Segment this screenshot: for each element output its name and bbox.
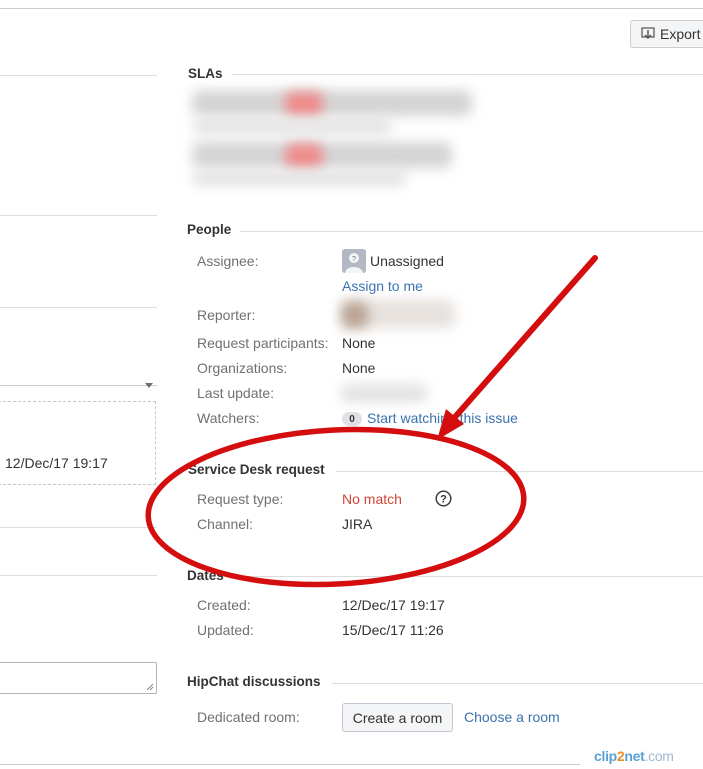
section-divider	[240, 231, 703, 232]
sla-redacted	[192, 170, 407, 186]
chevron-down-icon[interactable]	[145, 383, 153, 388]
last-update-label: Last update:	[197, 385, 275, 401]
section-divider	[232, 74, 703, 75]
svg-text:?: ?	[440, 494, 447, 506]
assign-to-me-link[interactable]: Assign to me	[342, 278, 423, 294]
dates-heading: Dates	[187, 568, 224, 583]
channel-value: JIRA	[342, 516, 373, 532]
left-divider	[0, 215, 157, 216]
left-date-value: 12/Dec/17 19:17	[5, 455, 108, 471]
watermark-logo: clip2net.com	[594, 748, 674, 764]
left-divider	[0, 575, 157, 576]
created-value: 12/Dec/17 19:17	[342, 597, 445, 613]
hipchat-heading: HipChat discussions	[187, 674, 321, 689]
export-label: Export	[660, 26, 701, 42]
service-desk-heading: Service Desk request	[188, 462, 325, 477]
watermark-part: clip	[594, 748, 617, 764]
request-type-label: Request type:	[197, 491, 284, 507]
dedicated-room-label: Dedicated room:	[197, 709, 300, 725]
participants-label: Request participants:	[197, 335, 329, 351]
export-button[interactable]: Export	[630, 20, 703, 48]
svg-text:?: ?	[352, 256, 356, 263]
watchers-count-badge: 0	[342, 412, 362, 426]
created-label: Created:	[197, 597, 251, 613]
reporter-label: Reporter:	[197, 307, 256, 323]
top-border	[0, 8, 703, 9]
resize-grip-icon[interactable]	[146, 683, 154, 691]
sla-redacted	[285, 144, 323, 168]
organizations-label: Organizations:	[197, 360, 288, 376]
left-select-underline	[0, 385, 157, 386]
organizations-value: None	[342, 360, 376, 376]
choose-room-link[interactable]: Choose a room	[464, 709, 560, 725]
slas-heading: SLAs	[188, 66, 223, 81]
assignee-value: Unassigned	[370, 253, 444, 269]
annotation-arrow-shaft	[445, 255, 598, 428]
avatar-icon: ?	[342, 249, 366, 273]
watchers-label: Watchers:	[197, 410, 260, 426]
comment-textarea[interactable]	[0, 662, 157, 694]
watermark-part: net	[624, 748, 645, 764]
assignee-label: Assignee:	[197, 253, 259, 269]
watermark-part: .com	[644, 748, 674, 764]
section-divider	[232, 576, 703, 577]
sla-redacted	[192, 90, 472, 116]
help-icon[interactable]: ?	[435, 490, 452, 507]
channel-label: Channel:	[197, 516, 254, 532]
start-watching-link[interactable]: Start watching this issue	[367, 410, 518, 426]
bottom-divider	[0, 764, 580, 765]
left-divider	[0, 75, 157, 76]
request-type-value: No match	[342, 491, 402, 507]
section-divider	[336, 471, 703, 472]
updated-label: Updated:	[197, 622, 254, 638]
left-divider	[0, 307, 157, 308]
sla-redacted	[192, 118, 392, 134]
people-heading: People	[187, 222, 232, 237]
last-update-redacted	[340, 384, 428, 402]
section-divider	[332, 683, 703, 684]
reporter-avatar-redacted	[342, 302, 368, 328]
sla-redacted	[285, 92, 323, 116]
participants-value: None	[342, 335, 376, 351]
updated-value: 15/Dec/17 11:26	[342, 622, 444, 638]
left-divider	[0, 527, 157, 528]
export-icon	[641, 27, 655, 39]
create-room-button[interactable]: Create a room	[342, 703, 453, 732]
left-dashed-box	[0, 401, 156, 485]
